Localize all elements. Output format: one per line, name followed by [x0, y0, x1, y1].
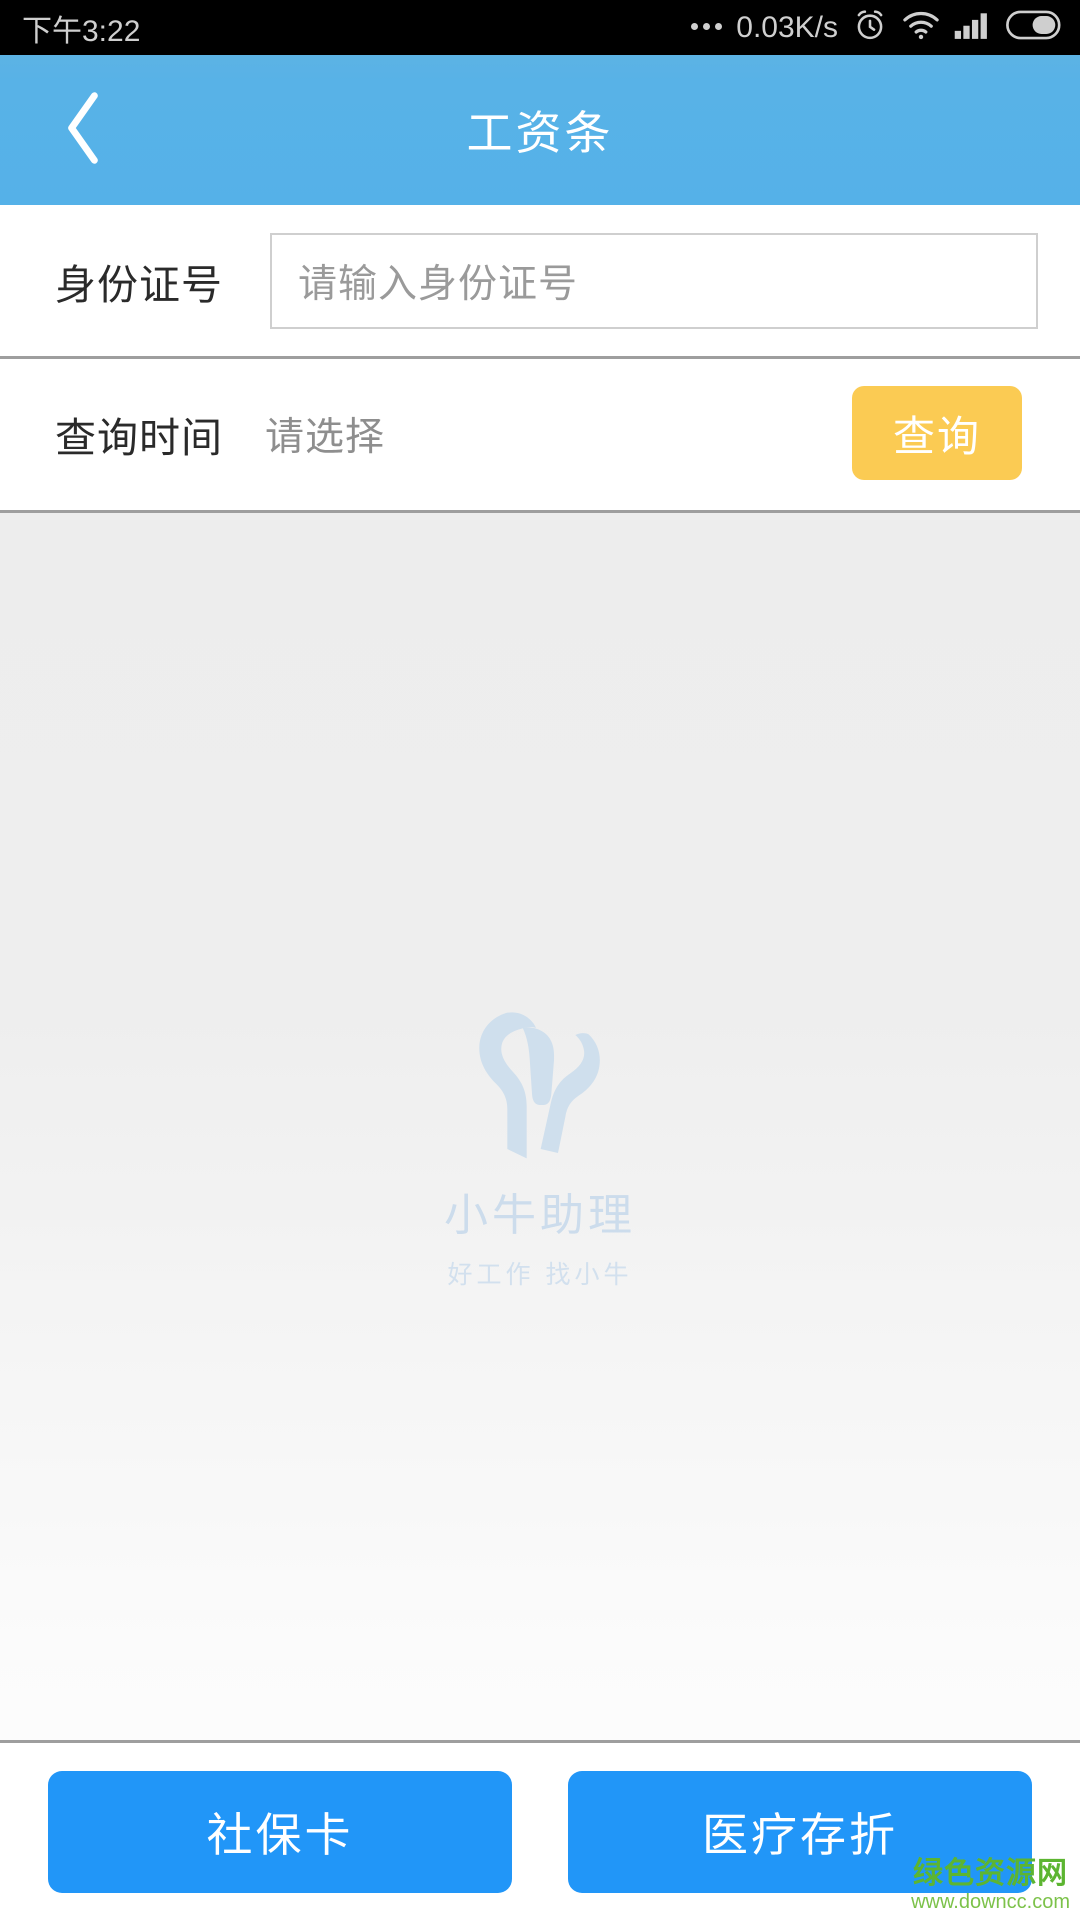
- status-time: 下午3:22: [22, 14, 141, 48]
- signal-bars-icon: [954, 10, 992, 45]
- network-speed-label: 0.03K/s: [736, 10, 838, 44]
- alarm-clock-icon: [852, 7, 888, 48]
- query-button[interactable]: 查询: [852, 386, 1022, 480]
- page-title: 工资条: [466, 107, 614, 159]
- status-bar-right-group: 0.03K/s: [691, 7, 1062, 48]
- query-time-value[interactable]: 请选择: [265, 406, 385, 462]
- brand-slogan: 好工作 找小牛: [447, 1261, 633, 1289]
- app-root: 下午3:22 0.03K/s 工资条 身份证号 请输入身份证号 查询时间 请选择…: [0, 0, 1080, 1920]
- brand-watermark: 小牛助理 好工作 找小牛: [0, 1010, 1080, 1291]
- id-number-label: 身份证号: [55, 261, 223, 308]
- id-number-row: 身份证号 请输入身份证号: [0, 205, 1080, 356]
- bottom-action-bar: 社保卡 医疗存折: [0, 1743, 1080, 1920]
- result-content-area: 小牛助理 好工作 找小牛: [0, 513, 1080, 1740]
- social-security-card-button[interactable]: 社保卡: [48, 1770, 512, 1893]
- status-bar: 下午3:22 0.03K/s: [0, 0, 1080, 55]
- id-number-input[interactable]: 请输入身份证号: [270, 233, 1038, 329]
- brand-name: 小牛助理: [444, 1191, 636, 1240]
- back-button[interactable]: [28, 55, 138, 205]
- wifi-icon: [902, 10, 940, 45]
- query-form-panel: 身份证号 请输入身份证号 查询时间 请选择 查询: [0, 205, 1080, 513]
- bull-head-logo-icon: [460, 1010, 620, 1165]
- query-time-row[interactable]: 查询时间 请选择 查询: [0, 356, 1080, 511]
- battery-icon: [1006, 10, 1062, 45]
- medical-passbook-button[interactable]: 医疗存折: [568, 1770, 1032, 1893]
- title-bar: 工资条: [0, 55, 1080, 205]
- more-dots-icon: [691, 22, 723, 33]
- id-number-placeholder: 请输入身份证号: [298, 263, 579, 306]
- chevron-left-icon: [60, 90, 106, 171]
- query-time-label: 查询时间: [55, 414, 223, 461]
